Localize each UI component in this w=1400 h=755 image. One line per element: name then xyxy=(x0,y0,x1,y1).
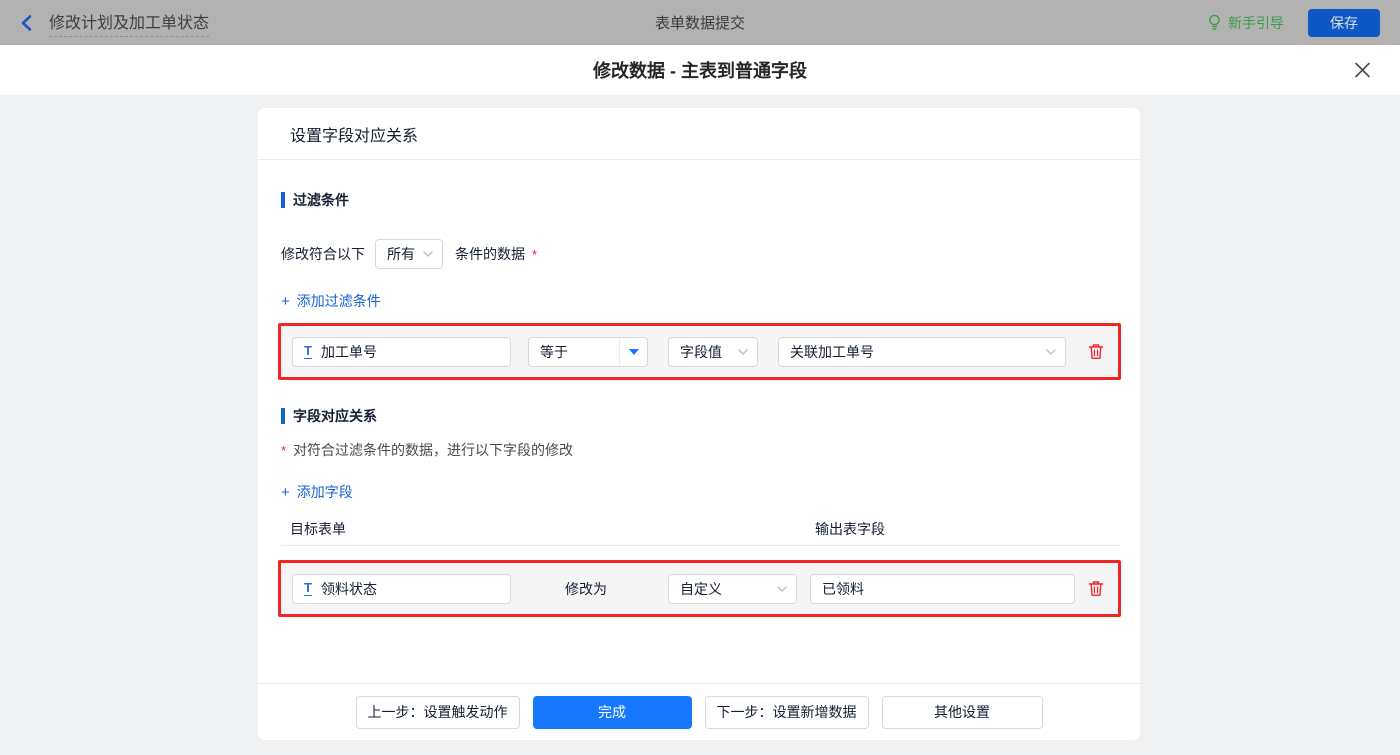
match-mode-select[interactable]: 所有 xyxy=(375,239,443,269)
card-body: 过滤条件 修改符合以下 所有 条件的数据 * + 添加过滤条件 T 加工单号 等… xyxy=(258,160,1140,683)
modal-header: 修改数据 - 主表到普通字段 xyxy=(0,45,1400,95)
top-bar: 修改计划及加工单状态 表单数据提交 新手引导 保存 xyxy=(0,0,1400,45)
back-button[interactable]: 修改计划及加工单状态 xyxy=(20,9,210,37)
header-divider xyxy=(281,545,1121,546)
value-source-select[interactable]: 自定义 xyxy=(668,573,797,604)
operator-value: 等于 xyxy=(540,343,568,360)
chevron-down-icon xyxy=(738,348,748,355)
next-step-button[interactable]: 下一步：设置新增数据 xyxy=(704,695,869,729)
chevron-left-icon xyxy=(20,14,33,32)
field-mapping-row: T 领料状态 修改为 自定义 xyxy=(278,560,1121,617)
topbar-actions: 新手引导 保存 xyxy=(1207,8,1380,37)
value-type-select[interactable]: 字段值 xyxy=(668,336,758,367)
target-field-value: 领料状态 xyxy=(320,580,377,597)
value-source-value: 自定义 xyxy=(680,580,722,597)
text-field-icon: T xyxy=(304,580,312,596)
modify-to-label: 修改为 xyxy=(565,580,607,597)
trash-icon xyxy=(1088,580,1104,597)
other-settings-button[interactable]: 其他设置 xyxy=(881,695,1043,729)
page-title: 表单数据提交 xyxy=(654,15,746,32)
mapping-section-label: 字段对应关系 xyxy=(293,408,377,424)
add-filter-condition-label: 添加过滤条件 xyxy=(296,293,381,309)
trash-icon xyxy=(1088,343,1104,360)
plus-icon: + xyxy=(281,292,290,310)
done-button[interactable]: 完成 xyxy=(532,695,692,729)
close-button[interactable] xyxy=(1350,58,1375,83)
caret-down-icon[interactable] xyxy=(619,337,647,366)
add-field-label: 添加字段 xyxy=(296,484,353,500)
add-field-link[interactable]: + 添加字段 xyxy=(281,482,353,502)
close-icon xyxy=(1354,62,1371,79)
mapping-section-title: 字段对应关系 xyxy=(281,406,1121,426)
beginner-guide-label: 新手引导 xyxy=(1228,14,1284,31)
filter-section-label: 过滤条件 xyxy=(293,192,349,208)
mapping-column-headers: 目标表单 输出表字段 xyxy=(281,519,1121,537)
value-field-select[interactable]: 关联加工单号 xyxy=(778,336,1066,367)
automation-name[interactable]: 修改计划及加工单状态 xyxy=(49,9,210,37)
chevron-down-icon xyxy=(423,251,433,257)
value-type-value: 字段值 xyxy=(680,343,722,360)
card-title: 设置字段对应关系 xyxy=(258,108,1140,160)
filter-condition-row: T 加工单号 等于 字段值 关联加工单号 xyxy=(278,323,1121,380)
previous-step-button[interactable]: 上一步：设置触发动作 xyxy=(355,695,520,729)
operator-select[interactable]: 等于 xyxy=(528,336,648,367)
modal-title: 修改数据 - 主表到普通字段 xyxy=(593,61,807,81)
filter-section-title: 过滤条件 xyxy=(281,190,1121,210)
add-filter-condition-link[interactable]: + 添加过滤条件 xyxy=(281,291,381,311)
required-asterisk: * xyxy=(532,246,538,262)
mapping-description: 对符合过滤条件的数据，进行以下字段的修改 xyxy=(293,442,574,458)
lightbulb-icon xyxy=(1207,14,1222,31)
value-field-value: 关联加工单号 xyxy=(790,343,874,360)
match-prefix-label: 修改符合以下 xyxy=(281,246,365,262)
filter-field-input[interactable]: T 加工单号 xyxy=(292,336,511,367)
chevron-down-icon xyxy=(1046,348,1056,355)
plus-icon: + xyxy=(281,483,290,501)
card-footer: 上一步：设置触发动作 完成 下一步：设置新增数据 其他设置 xyxy=(258,683,1140,740)
output-field-header: 输出表字段 xyxy=(815,521,885,537)
target-form-header: 目标表单 xyxy=(290,521,346,537)
delete-mapping-button[interactable] xyxy=(1086,578,1106,599)
save-button[interactable]: 保存 xyxy=(1308,8,1380,37)
match-mode-value: 所有 xyxy=(387,246,415,262)
custom-value-input[interactable] xyxy=(810,573,1075,604)
text-field-icon: T xyxy=(304,343,312,359)
mapping-description-row: * 对符合过滤条件的数据，进行以下字段的修改 xyxy=(281,440,1121,460)
required-asterisk: * xyxy=(281,442,287,458)
section-accent-bar xyxy=(281,408,285,424)
chevron-down-icon xyxy=(777,585,787,592)
delete-condition-button[interactable] xyxy=(1086,341,1106,362)
match-rule-row: 修改符合以下 所有 条件的数据 * xyxy=(281,239,1121,269)
target-field-input[interactable]: T 领料状态 xyxy=(292,573,511,604)
filter-field-value: 加工单号 xyxy=(320,343,377,360)
match-suffix-label: 条件的数据 xyxy=(455,246,525,262)
settings-card: 设置字段对应关系 过滤条件 修改符合以下 所有 条件的数据 * + 添加过滤条件… xyxy=(258,108,1140,740)
modal-body: 设置字段对应关系 过滤条件 修改符合以下 所有 条件的数据 * + 添加过滤条件… xyxy=(0,95,1400,755)
beginner-guide-link[interactable]: 新手引导 xyxy=(1207,13,1284,33)
section-accent-bar xyxy=(281,192,285,208)
